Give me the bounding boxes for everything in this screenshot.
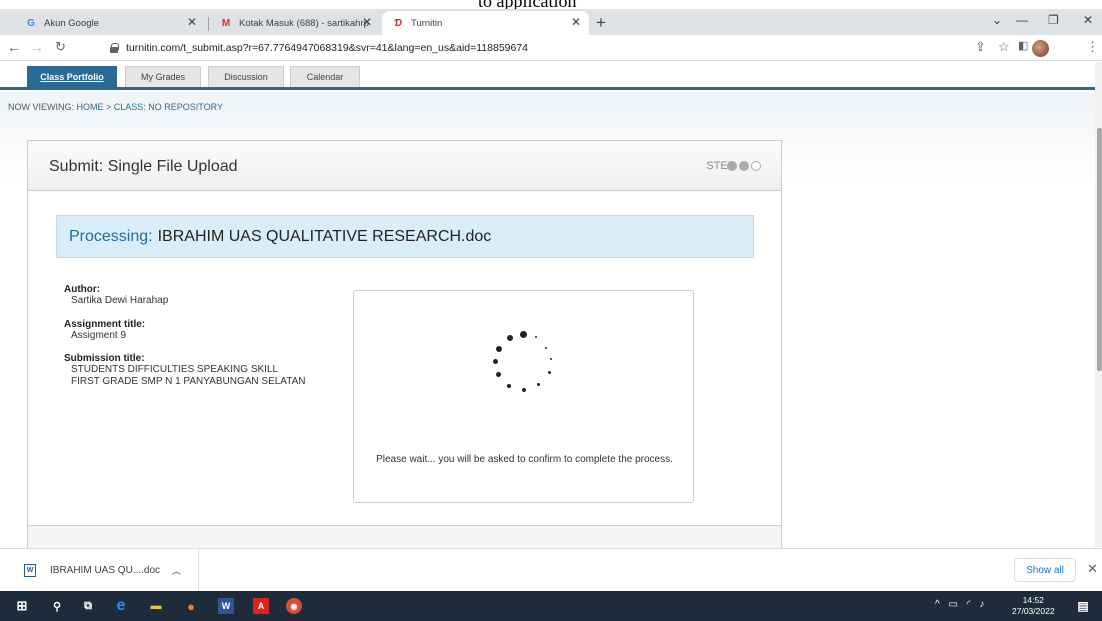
tab-divider bbox=[208, 17, 209, 31]
tab-label: Turnitin bbox=[411, 17, 443, 29]
tab-discussion[interactable]: Discussion bbox=[208, 66, 284, 87]
author-value: Sartika Dewi Harahap bbox=[71, 295, 169, 306]
downloads-bar: W IBRAHIM UAS QU....doc ︿ Show all ✕ bbox=[0, 548, 1102, 591]
close-window-icon[interactable]: ✕ bbox=[1083, 13, 1093, 27]
loading-spinner-icon bbox=[487, 327, 563, 403]
submission-details: Author: Sartika Dewi Harahap Assignment … bbox=[64, 284, 354, 387]
breadcrumb-path[interactable]: HOME > CLASS: NO REPOSITORY bbox=[77, 102, 223, 112]
close-tab-icon[interactable]: ✕ bbox=[187, 15, 197, 29]
bookmark-star-icon[interactable]: ☆ bbox=[998, 39, 1010, 55]
address-bar: ← → ↻ turnitin.com/t_submit.asp?r=67.776… bbox=[0, 35, 1102, 61]
panel-title: Submit: Single File Upload bbox=[49, 158, 238, 175]
processing-banner: Processing: IBRAHIM UAS QUALITATIVE RESE… bbox=[56, 215, 754, 258]
acrobat-icon[interactable]: A bbox=[253, 598, 269, 614]
tab-turnitin[interactable]: Ɗ Turnitin ✕ bbox=[382, 11, 589, 35]
close-tab-icon[interactable]: ✕ bbox=[362, 15, 372, 29]
assignment-label: Assignment title: bbox=[64, 318, 146, 330]
windows-taskbar: ⊞ ⚲ ⧉ e ▬ ● W A ◉ ^ ▭ ◜ ♪ 14:52 27/03/20… bbox=[0, 591, 1102, 621]
back-icon[interactable]: ← bbox=[7, 39, 21, 55]
step-dot-3 bbox=[751, 161, 761, 171]
minimize-icon[interactable]: — bbox=[1016, 13, 1028, 27]
close-tab-icon[interactable]: ✕ bbox=[571, 15, 581, 29]
breadcrumb: NOW VIEWING: HOME > CLASS: NO REPOSITORY bbox=[8, 102, 223, 112]
windows-start-icon[interactable]: ⊞ bbox=[14, 598, 30, 614]
reload-icon[interactable]: ↻ bbox=[55, 39, 66, 55]
task-view-icon[interactable]: ⧉ bbox=[80, 598, 96, 614]
restore-icon[interactable]: ❐ bbox=[1048, 13, 1059, 27]
caption-text: to application bbox=[478, 0, 576, 9]
word-icon[interactable]: W bbox=[218, 598, 234, 614]
tab-calendar[interactable]: Calendar bbox=[290, 66, 360, 87]
kebab-menu-icon[interactable]: ⋮ bbox=[1086, 39, 1099, 55]
submission-value-line1: STUDENTS DIFFICULTIES SPEAKING SKILL bbox=[71, 364, 279, 375]
lock-icon bbox=[110, 43, 119, 53]
clipped-caption: to application bbox=[0, 0, 1102, 9]
assignment-value: Assigment 9 bbox=[71, 329, 127, 341]
step-dot-2 bbox=[739, 161, 749, 171]
tab-label: Kotak Masuk (688) - sartikahrp1: bbox=[239, 17, 369, 29]
tab-my-grades[interactable]: My Grades bbox=[125, 66, 201, 87]
edge-icon[interactable]: e bbox=[113, 597, 129, 614]
panel-header: Submit: Single File Upload STEP bbox=[28, 141, 781, 191]
side-panel-icon[interactable]: ◧ bbox=[1018, 39, 1028, 52]
download-item[interactable]: W IBRAHIM UAS QU....doc ︿ bbox=[0, 549, 199, 591]
gmail-icon: M bbox=[221, 17, 231, 29]
new-tab-button[interactable]: + bbox=[596, 13, 606, 33]
chrome-icon[interactable]: ◉ bbox=[286, 598, 302, 614]
profile-avatar[interactable] bbox=[1032, 40, 1049, 57]
scrollbar-thumb[interactable] bbox=[1097, 128, 1102, 371]
clock-time: 14:52 bbox=[1022, 595, 1044, 605]
processing-label: Processing: bbox=[69, 227, 153, 245]
search-icon[interactable]: ⚲ bbox=[49, 598, 65, 614]
file-explorer-icon[interactable]: ▬ bbox=[148, 598, 164, 614]
show-all-button[interactable]: Show all bbox=[1014, 558, 1076, 582]
submission-label: Submission title: bbox=[64, 353, 145, 364]
clock-date: 27/03/2022 bbox=[1012, 606, 1055, 616]
word-file-icon: W bbox=[24, 563, 36, 577]
submit-panel: Submit: Single File Upload STEP Processi… bbox=[27, 140, 782, 561]
author-label: Author: bbox=[64, 284, 101, 295]
browser-tab-strip: G Akun Google ✕ M Kotak Masuk (688) - sa… bbox=[0, 9, 1102, 35]
forward-icon[interactable]: → bbox=[30, 39, 44, 55]
breadcrumb-prefix: NOW VIEWING: bbox=[8, 102, 74, 112]
close-downloads-icon[interactable]: ✕ bbox=[1087, 561, 1098, 577]
download-filename: IBRAHIM UAS QU....doc bbox=[50, 564, 161, 576]
system-tray-icons[interactable]: ^ ▭ ◜ ♪ bbox=[935, 599, 987, 610]
url-text: turnitin.com/t_submit.asp?r=67.776494706… bbox=[126, 42, 529, 54]
taskbar-clock[interactable]: 14:52 27/03/2022 bbox=[1012, 595, 1055, 617]
turnitin-icon: Ɗ bbox=[394, 17, 402, 29]
firefox-icon[interactable]: ● bbox=[183, 598, 199, 614]
url-field[interactable]: turnitin.com/t_submit.asp?r=67.776494706… bbox=[110, 38, 990, 58]
submission-value-line2: FIRST GRADE SMP N 1 PANYABUNGAN SELATAN bbox=[71, 375, 306, 387]
step-dot-1 bbox=[727, 161, 737, 171]
notification-icon[interactable]: ▤ bbox=[1075, 598, 1091, 614]
tab-search-icon[interactable]: ⌄ bbox=[992, 13, 1002, 27]
processing-box: Please wait... you will be asked to conf… bbox=[353, 290, 694, 503]
chevron-up-icon[interactable]: ︿ bbox=[172, 564, 181, 577]
google-g-icon: G bbox=[27, 17, 35, 29]
tab-gmail[interactable]: M Kotak Masuk (688) - sartikahrp1: ✕ bbox=[210, 11, 380, 35]
turnitin-nav: Class Portfolio My Grades Discussion Cal… bbox=[0, 62, 1102, 90]
wait-message: Please wait... you will be asked to conf… bbox=[376, 454, 673, 465]
tab-label: Akun Google bbox=[44, 17, 99, 29]
share-icon[interactable]: ⇪ bbox=[975, 39, 986, 55]
tab-class-portfolio[interactable]: Class Portfolio bbox=[27, 66, 117, 87]
page-content: NOW VIEWING: HOME > CLASS: NO REPOSITORY… bbox=[0, 92, 1095, 561]
tab-akun-google[interactable]: G Akun Google ✕ bbox=[15, 11, 205, 35]
processing-filename: IBRAHIM UAS QUALITATIVE RESEARCH.doc bbox=[157, 227, 492, 245]
